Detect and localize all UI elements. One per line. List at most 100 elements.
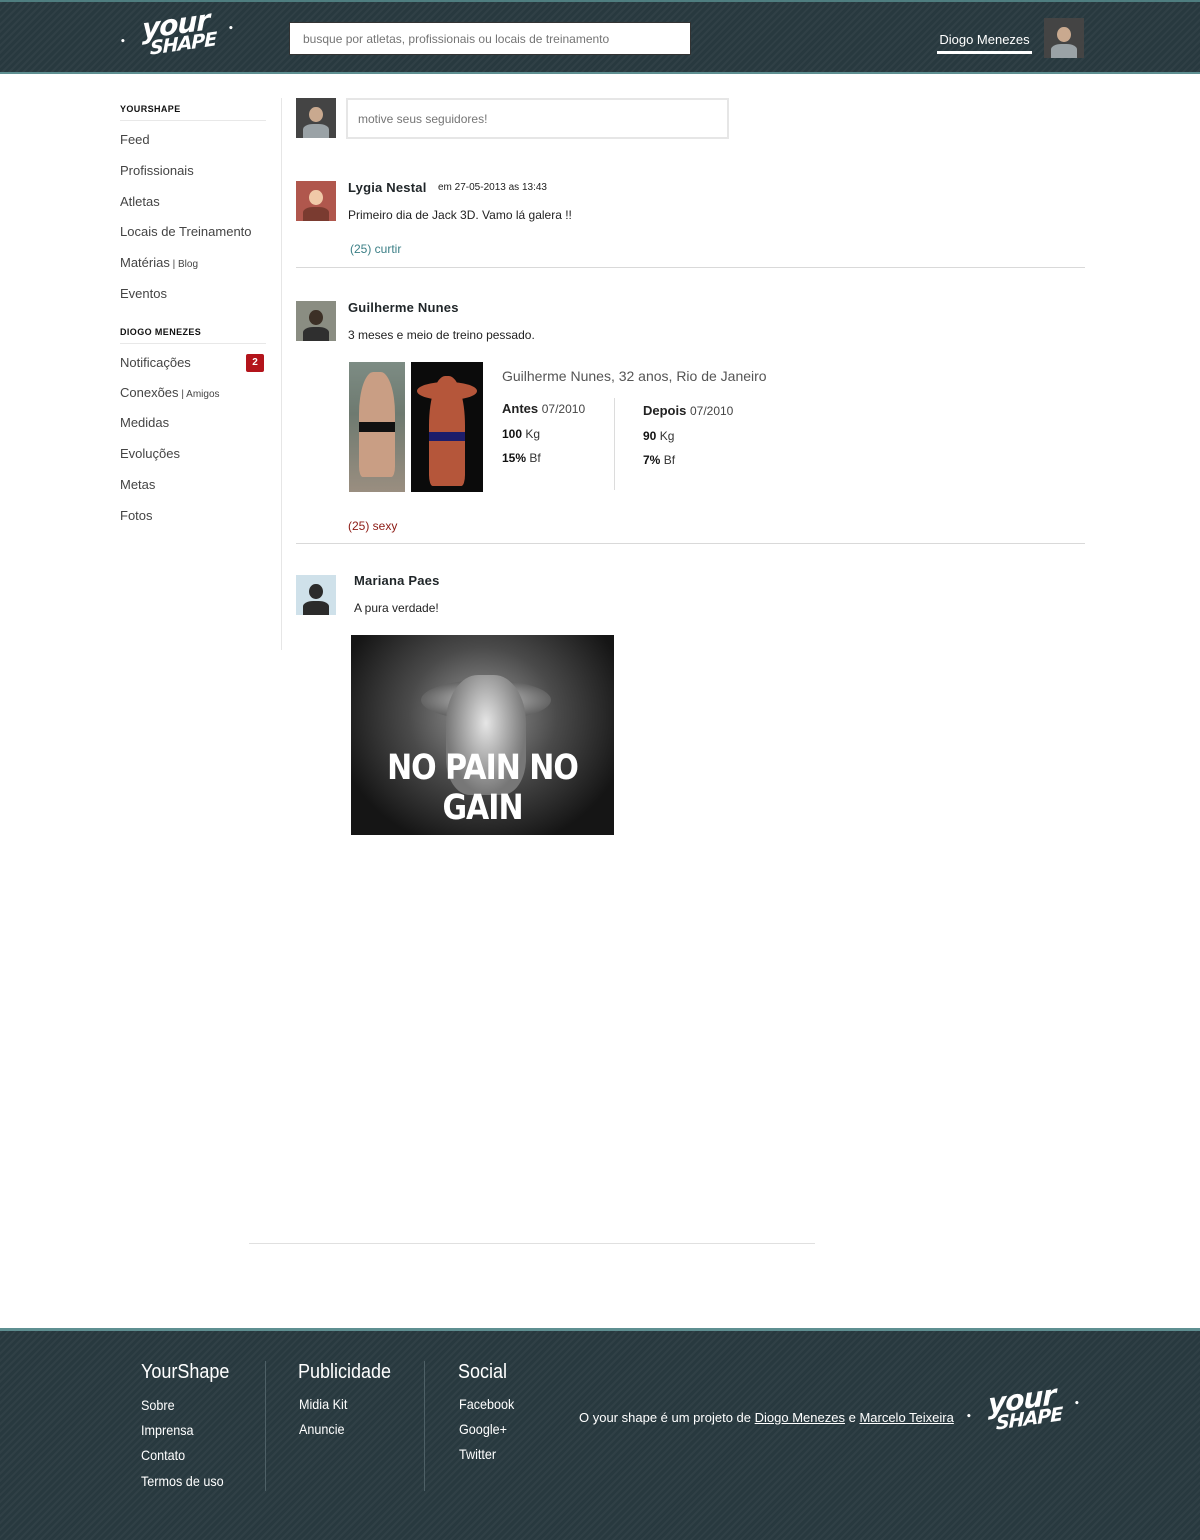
sidebar-item-eventos[interactable]: Eventos <box>120 286 167 301</box>
post-text: A pura verdade! <box>354 601 439 615</box>
yourshape-logo[interactable]: • your SHAPE • <box>120 3 236 68</box>
sidebar-item-label: Metas <box>120 477 156 492</box>
sidebar-item-label: Profissionais <box>120 163 194 178</box>
like-button[interactable]: (25) sexy <box>348 519 397 533</box>
post-author-name[interactable]: Lygia Nestal <box>348 180 427 195</box>
after-photo[interactable] <box>411 362 483 492</box>
sidebar-item-materias[interactable]: Matérias | Blog <box>120 255 198 270</box>
post-author-avatar[interactable] <box>296 301 336 341</box>
footer-link-imprensa[interactable]: Imprensa <box>141 1422 194 1438</box>
sidebar-item-separator: | <box>169 259 179 270</box>
sidebar-item-atletas[interactable]: Atletas <box>120 194 160 209</box>
credit-author-link[interactable]: Diogo Menezes <box>755 1410 845 1425</box>
notification-badge[interactable]: 2 <box>246 354 264 372</box>
after-weight: 90 Kg <box>643 429 674 443</box>
weight-unit: Kg <box>525 427 541 441</box>
post-author-avatar[interactable] <box>296 575 336 615</box>
sidebar-item-label: Notificações <box>120 355 191 370</box>
user-name-link[interactable]: Diogo Menezes <box>937 32 1032 54</box>
credit-prefix: O your shape é um projeto de <box>579 1410 751 1425</box>
before-date: 07/2010 <box>541 402 586 416</box>
top-header: • your SHAPE • Diogo Menezes <box>0 0 1200 74</box>
sidebar-item-metas[interactable]: Metas <box>120 477 155 492</box>
footer-col-publicidade-title: Publicidade <box>298 1361 392 1383</box>
compose-avatar <box>296 98 336 138</box>
sidebar-item-sublink-blog[interactable]: Blog <box>178 259 198 270</box>
footer-link-twitter[interactable]: Twitter <box>459 1446 496 1462</box>
before-weight: 100 Kg <box>502 427 540 441</box>
post-text: Primeiro dia de Jack 3D. Vamo lá galera … <box>348 208 572 222</box>
sidebar-item-label: Eventos <box>120 286 167 301</box>
user-avatar[interactable] <box>1044 18 1084 58</box>
post-author-name[interactable]: Guilherme Nunes <box>348 300 459 315</box>
credit-author-link[interactable]: Marcelo Teixeira <box>859 1410 953 1425</box>
footer-divider <box>424 1361 425 1491</box>
after-bodyfat: 7% Bf <box>643 453 675 467</box>
content-divider <box>249 1243 815 1244</box>
footer-link-anuncie[interactable]: Anuncie <box>299 1421 345 1437</box>
sidebar: YOURSHAPE Feed Profissionais Atletas Loc… <box>120 98 282 650</box>
footer-link-termos[interactable]: Termos de uso <box>141 1473 224 1489</box>
sidebar-item-label: Medidas <box>120 415 170 430</box>
sidebar-item-label: Matérias <box>120 255 170 270</box>
credit-and: e <box>848 1410 856 1425</box>
post-author-name[interactable]: Mariana Paes <box>354 573 440 588</box>
sidebar-item-label: Fotos <box>120 508 153 523</box>
sidebar-item-sublink-amigos[interactable]: Amigos <box>186 389 219 400</box>
sidebar-item-label: Conexões <box>120 385 179 400</box>
sidebar-item-label: Feed <box>120 132 150 147</box>
before-label: Antes <box>502 401 539 416</box>
after-weight-value: 90 <box>643 429 657 443</box>
post-text: 3 meses e meio de treino pessado. <box>348 328 535 342</box>
post-date: em 27-05-2013 as 13:43 <box>438 182 547 193</box>
sidebar-item-feed[interactable]: Feed <box>120 132 150 147</box>
sidebar-item-profissionais[interactable]: Profissionais <box>120 163 194 178</box>
bodyfat-unit: Bf <box>663 453 676 467</box>
comparison-title: Guilherme Nunes, 32 anos, Rio de Janeiro <box>502 368 767 384</box>
sidebar-item-locais[interactable]: Locais de Treinamento <box>120 224 252 239</box>
sidebar-item-evolucoes[interactable]: Evoluções <box>120 446 180 461</box>
sidebar-item-label: Evoluções <box>120 446 180 461</box>
sidebar-item-label: Atletas <box>120 194 160 209</box>
footer-link-contato[interactable]: Contato <box>141 1447 185 1463</box>
footer-col-yourshape-title: YourShape <box>141 1361 230 1383</box>
after-photo-figure <box>429 376 465 486</box>
bodyfat-unit: Bf <box>529 451 541 465</box>
before-heading: Antes 07/2010 <box>502 401 585 416</box>
logo-dot-left: • <box>120 37 126 47</box>
footer-col-social-title: Social <box>458 1361 508 1383</box>
footer-link-google-plus[interactable]: Google+ <box>459 1421 507 1437</box>
before-photo[interactable] <box>349 362 405 492</box>
comparison-divider <box>614 398 615 490</box>
after-bodyfat-value: 7% <box>643 453 661 467</box>
after-photo-trunks <box>429 432 465 441</box>
footer-divider <box>265 1361 266 1491</box>
weight-unit: Kg <box>659 429 675 443</box>
sidebar-item-medidas[interactable]: Medidas <box>120 415 169 430</box>
like-button[interactable]: (25) curtir <box>350 242 401 256</box>
sidebar-item-separator: | <box>178 389 187 400</box>
footer-link-midia-kit[interactable]: Midia Kit <box>299 1396 347 1412</box>
footer-logo[interactable]: • your SHAPE • <box>966 1378 1082 1443</box>
footer-credit: O your shape é um projeto de Diogo Menez… <box>579 1410 954 1425</box>
post-author-avatar[interactable] <box>296 181 336 221</box>
logo-dot-right: • <box>1074 1399 1080 1409</box>
sidebar-item-fotos[interactable]: Fotos <box>120 508 153 523</box>
before-weight-value: 100 <box>502 427 523 441</box>
sidebar-section-yourshape: YOURSHAPE <box>120 104 266 121</box>
post-divider <box>296 543 1085 544</box>
post-image[interactable]: NO PAIN NO GAIN <box>351 635 614 835</box>
after-date: 07/2010 <box>689 404 734 418</box>
footer-link-sobre[interactable]: Sobre <box>141 1397 175 1413</box>
search-input[interactable] <box>289 22 691 55</box>
compose-input[interactable] <box>346 98 729 139</box>
sidebar-item-conexoes[interactable]: Conexões | Amigos <box>120 385 220 400</box>
before-photo-trunks <box>359 422 395 432</box>
before-bodyfat: 15% Bf <box>502 451 541 465</box>
logo-dot-left: • <box>966 1412 972 1422</box>
sidebar-section-user: DIOGO MENEZES <box>120 327 266 344</box>
before-bodyfat-value: 15% <box>502 451 527 465</box>
sidebar-item-notificacoes[interactable]: Notificações <box>120 355 191 370</box>
footer-link-facebook[interactable]: Facebook <box>459 1396 514 1412</box>
image-caption: NO PAIN NO GAIN <box>387 747 579 829</box>
